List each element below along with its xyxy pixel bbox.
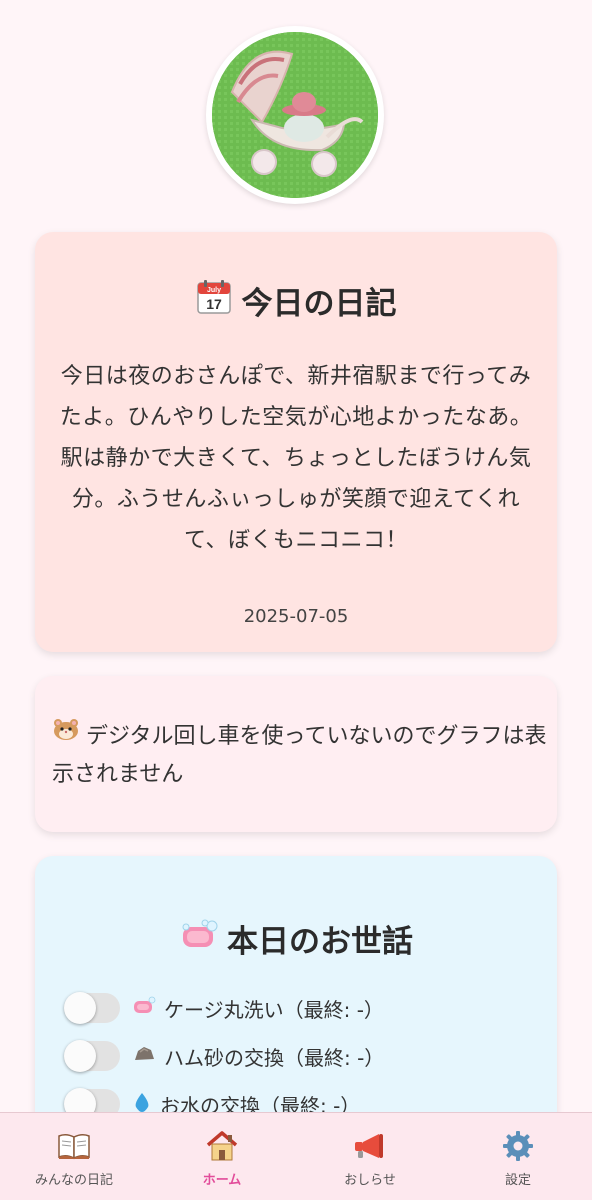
nav-label: みんなの日記 [34,1173,113,1188]
calendar-day: 17 [206,296,222,312]
house-icon [205,1129,239,1163]
hamster-icon [52,716,80,754]
calendar-month: July [206,287,220,294]
toggle-knob [64,992,96,1024]
care-title: 本日のお世話 [0,919,592,964]
care-item-label: ケージ丸洗い（最終: -） [164,997,384,1022]
nav-item-settings[interactable]: 設定 [444,1113,592,1200]
book-icon [57,1129,91,1163]
diary-body: 今日は夜のおさんぽで、新井宿駅まで行ってみたよ。ひんやりした空気が心地よかったな… [59,364,533,553]
care-item-bedding: ハム砂の交換（最終: -） [64,1039,384,1073]
toggle-knob [64,1040,96,1072]
gear-icon [502,1129,534,1163]
calendar-icon: July 17 [196,279,232,327]
nav-label: おしらせ [344,1173,396,1188]
nav-item-home[interactable]: ホーム [148,1113,296,1200]
nav-label: ホーム [202,1173,242,1188]
nav-item-news[interactable]: おしらせ [296,1113,444,1200]
care-item-label: ハム砂の交換（最終: -） [164,1045,385,1070]
diary-date: 2025-07-05 [243,606,349,627]
soap-icon [132,996,156,1021]
graph-notice: デジタル回し車を使っていないのでグラフは表示されません [52,718,548,794]
diary-title-text: 今日の日記 [241,286,397,322]
bottom-nav: みんなの日記 ホーム おしらせ 設定 [0,1112,592,1200]
care-title-text: 本日のお世話 [227,924,413,960]
profile-avatar[interactable] [206,26,384,204]
cage-wash-toggle[interactable] [64,992,120,1024]
graph-notice-text: デジタル回し車を使っていないのでグラフは表示されません [52,724,547,787]
rock-icon [132,1044,156,1069]
nav-label: 設定 [504,1173,531,1188]
soap-icon [179,919,219,963]
diary-title: July 17 今日の日記 [0,279,592,327]
megaphone-icon [352,1129,388,1163]
care-item-cage-wash: ケージ丸洗い（最終: -） [64,991,384,1025]
nav-item-community-diary[interactable]: みんなの日記 [0,1113,148,1200]
avatar-photo [212,32,378,198]
bedding-toggle[interactable] [64,1040,120,1072]
